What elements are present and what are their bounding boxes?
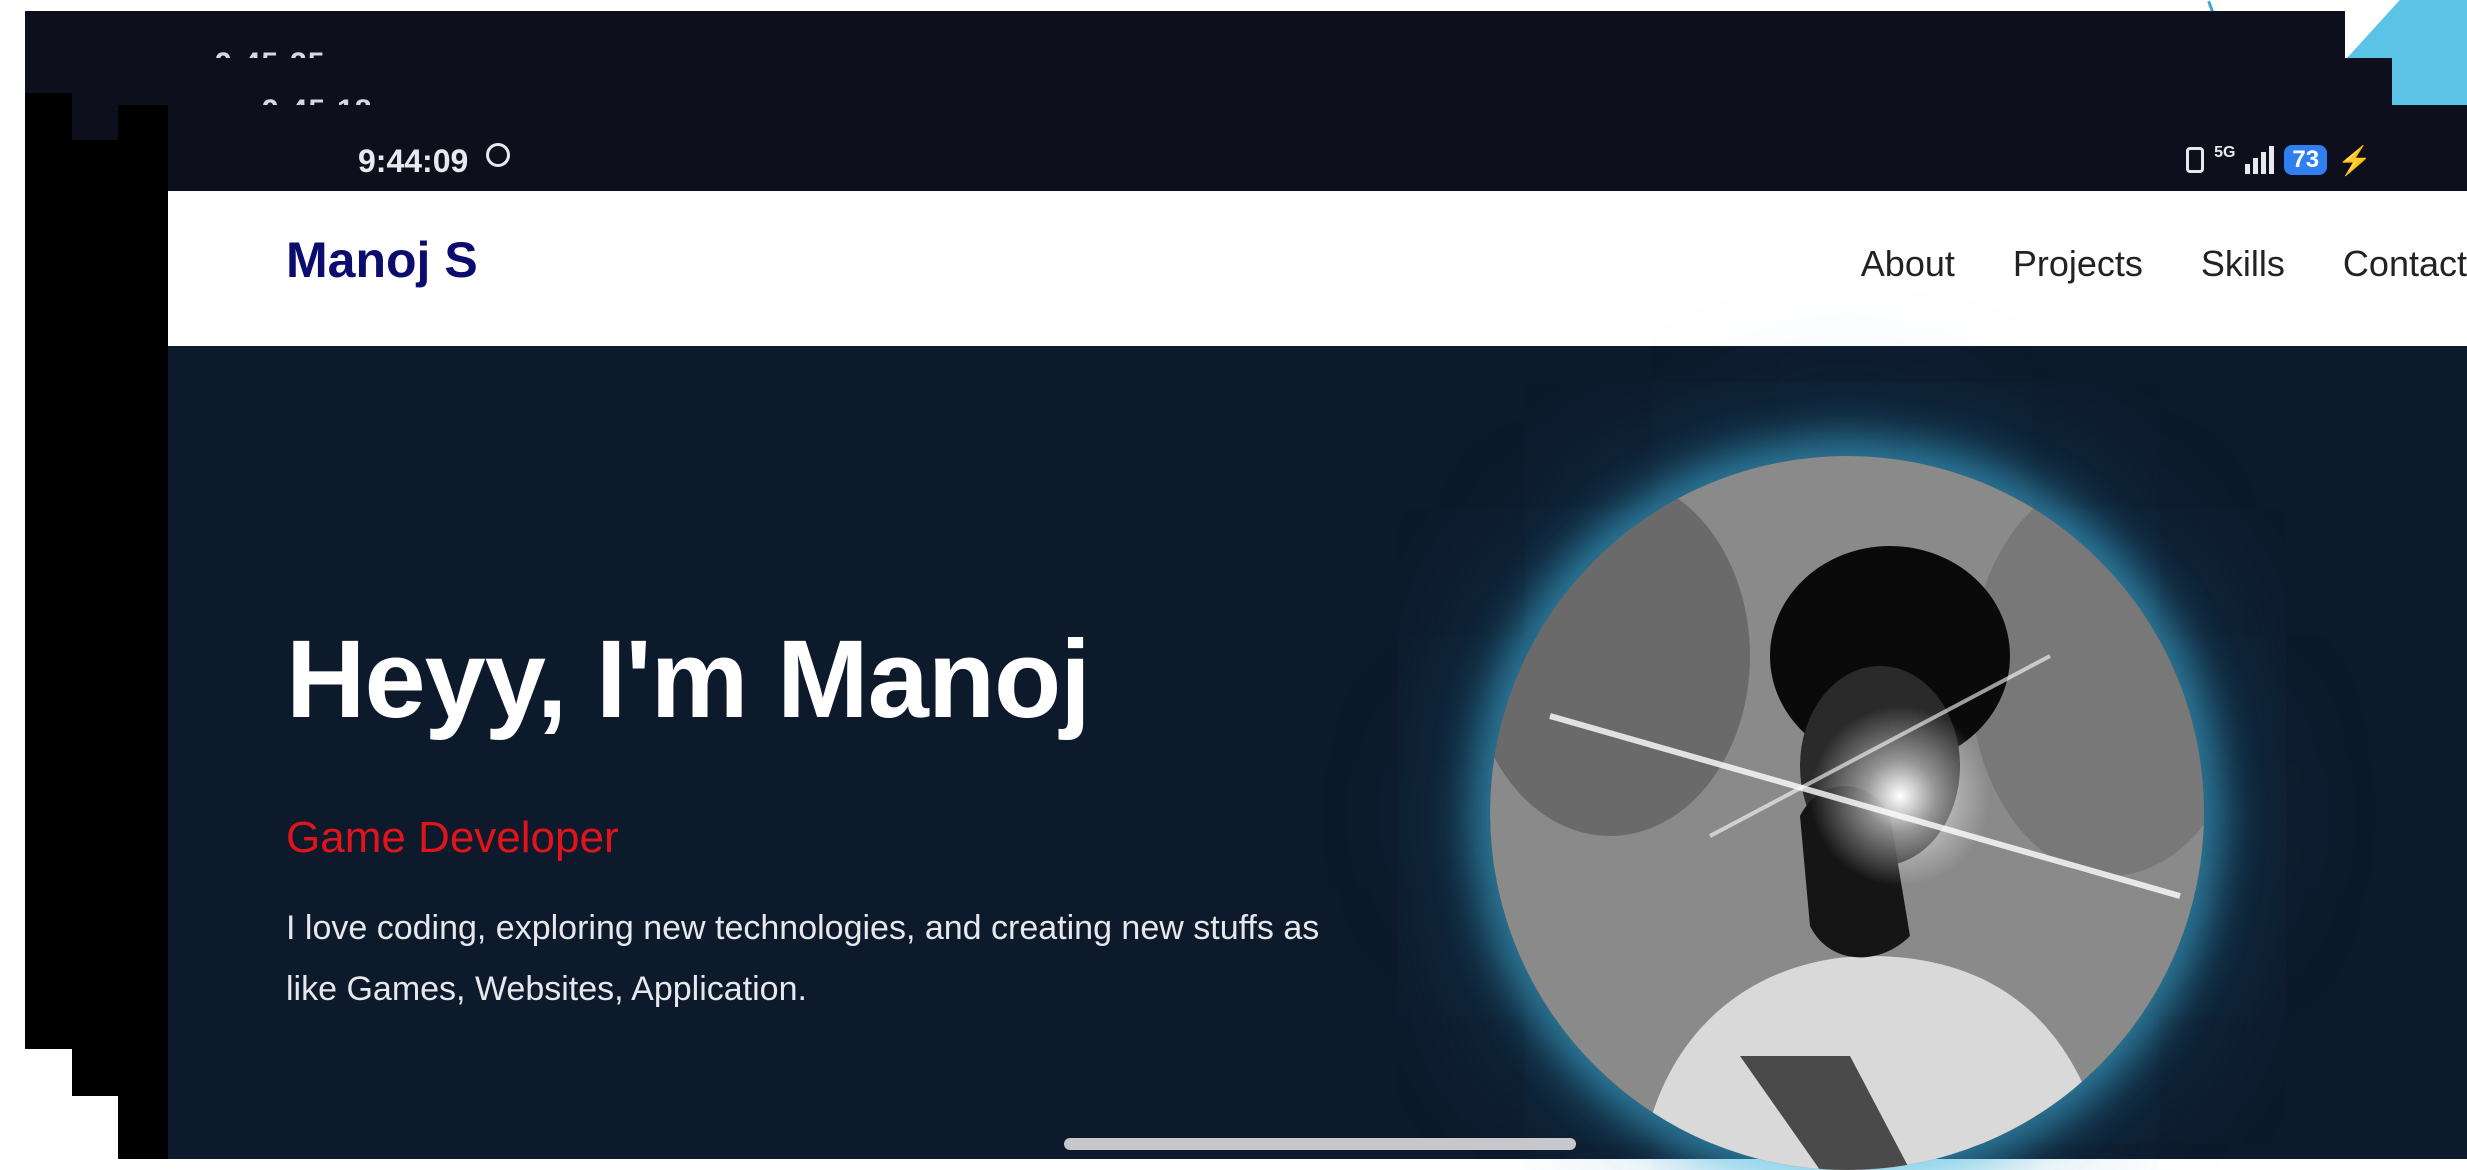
vibrate-icon bbox=[2186, 147, 2205, 173]
profile-photo bbox=[1490, 456, 2204, 1170]
signal-icon bbox=[2245, 146, 2275, 174]
nav-link-about[interactable]: About bbox=[1861, 243, 1955, 285]
status-time: 9:44:09 bbox=[358, 143, 469, 179]
site-logo[interactable]: Manoj S bbox=[286, 231, 478, 289]
nav-links: About Projects Skills Contact bbox=[1861, 243, 2467, 285]
charging-icon: ⚡ bbox=[2337, 144, 2372, 176]
whatsapp-icon bbox=[486, 143, 510, 167]
hero-section: Heyy, I'm Manoj Game Developer I love co… bbox=[168, 346, 2467, 1170]
main-screenshot: 9:44:09 5G 73 ⚡ Manoj S About Projects S… bbox=[118, 105, 2467, 1170]
hero-title: Heyy, I'm Manoj bbox=[286, 618, 1091, 741]
home-indicator[interactable] bbox=[1064, 1138, 1576, 1150]
hero-role: Game Developer bbox=[286, 813, 619, 862]
nav-link-skills[interactable]: Skills bbox=[2201, 243, 2285, 285]
navbar: Manoj S About Projects Skills Contact bbox=[168, 191, 2467, 348]
nav-link-contact[interactable]: Contact bbox=[2343, 243, 2467, 285]
status-bar: 9:44:09 5G 73 ⚡ bbox=[168, 105, 2467, 191]
status-icons: 5G 73 ⚡ bbox=[2186, 143, 2372, 177]
nav-link-projects[interactable]: Projects bbox=[2013, 243, 2143, 285]
hero-description: I love coding, exploring new technologie… bbox=[286, 909, 1320, 1008]
battery-level: 73 bbox=[2284, 145, 2328, 175]
profile-photo-illustration bbox=[1490, 456, 2204, 1170]
network-type: 5G bbox=[2214, 144, 2236, 161]
